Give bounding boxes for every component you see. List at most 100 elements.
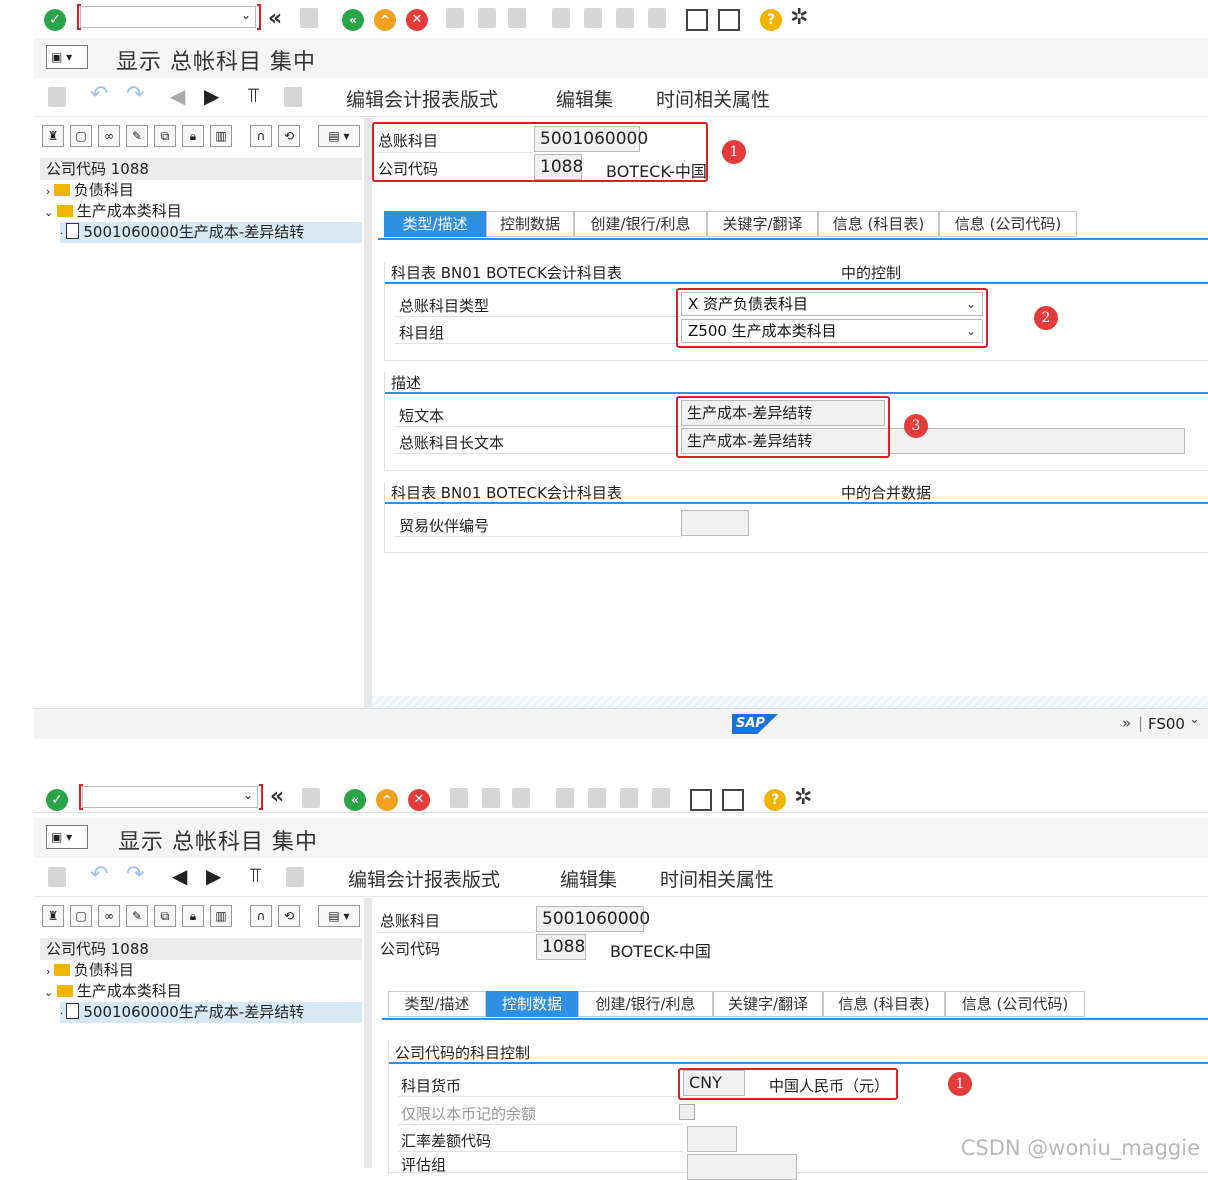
tree-item-liabilities[interactable]: › 负债科目 — [46, 960, 134, 981]
column-icon[interactable]: ⫪ — [250, 863, 261, 887]
watermark: CSDN @woniu_maggie — [960, 1136, 1200, 1160]
new-session-icon[interactable] — [686, 9, 708, 31]
back-green-icon[interactable]: « — [344, 789, 366, 811]
status-arrows[interactable]: » — [1122, 714, 1131, 732]
prev-page-icon — [584, 8, 602, 28]
company-code-field[interactable]: 1088 — [536, 934, 586, 960]
exit-icon[interactable]: ^ — [374, 9, 396, 31]
tab-keyword-translation[interactable]: 关键字/翻译 — [707, 211, 818, 237]
next-icon[interactable]: ▶ — [206, 864, 221, 888]
tab-create-bank-interest[interactable]: 创建/银行/利息 — [574, 211, 707, 237]
command-dropdown-icon[interactable]: ⌄ — [243, 788, 253, 802]
edit-set-button[interactable]: 编辑集 — [556, 85, 613, 112]
account-currency-label: 科目货币 — [401, 1077, 462, 1095]
help-icon[interactable]: ? — [764, 789, 786, 811]
command-field[interactable]: ⌄ — [79, 784, 263, 810]
back-green-icon[interactable]: « — [342, 9, 364, 31]
refresh-icon[interactable]: ⟲ — [278, 125, 300, 147]
time-dependent-button[interactable]: 时间相关属性 — [660, 865, 774, 892]
print-list-icon[interactable]: ▤ ▾ — [318, 125, 360, 147]
settings-icon[interactable]: ✲ — [794, 785, 812, 810]
edit-fs-version-button[interactable]: 编辑会计报表版式 — [346, 85, 498, 112]
next-icon[interactable]: ▶ — [204, 84, 219, 108]
copy-icon[interactable]: ⧉ — [154, 125, 176, 147]
display-icon[interactable]: ∞ — [98, 125, 120, 147]
tree-item-selected-account[interactable]: · 5001060000生产成本-差异结转 — [60, 222, 362, 243]
create-icon[interactable]: ▢ — [70, 125, 92, 147]
exchange-diff-field[interactable] — [687, 1126, 737, 1152]
tab-strip: 类型/描述 控制数据 创建/银行/利息 关键字/翻译 信息 (科目表) 信息 (… — [384, 211, 1204, 237]
back-icon[interactable]: « — [268, 6, 282, 31]
tab-type-description[interactable]: 类型/描述 — [384, 211, 486, 237]
binoculars-icon[interactable]: ♜ — [42, 125, 64, 147]
headset-icon[interactable]: ∩ — [250, 905, 272, 927]
prev-page-icon — [588, 788, 606, 808]
tree-item-production-cost[interactable]: ⌄ 生产成本类科目 — [44, 981, 182, 1002]
tree-item-production-cost[interactable]: ⌄ 生产成本类科目 — [44, 201, 182, 222]
change-icon[interactable]: ✎ — [126, 905, 148, 927]
expand-icon[interactable]: › — [46, 185, 54, 198]
tab-info-coa[interactable]: 信息 (科目表) — [823, 991, 945, 1017]
tab-info-company-code[interactable]: 信息 (公司代码) — [945, 991, 1085, 1017]
chevron-down-icon[interactable]: ⌄ — [1189, 712, 1200, 727]
splitter[interactable] — [364, 898, 372, 1168]
display-icon[interactable]: ∞ — [98, 905, 120, 927]
binoculars-icon[interactable]: ♜ — [42, 905, 64, 927]
lock-icon[interactable]: 🔒︎ — [182, 125, 204, 147]
expand-icon[interactable]: › — [46, 965, 54, 978]
tab-type-description[interactable]: 类型/描述 — [388, 991, 486, 1017]
headset-icon[interactable]: ∩ — [250, 125, 272, 147]
create-icon[interactable]: ▢ — [70, 905, 92, 927]
collapse-icon[interactable]: ⌄ — [44, 206, 57, 219]
tree-item-liabilities[interactable]: › 负债科目 — [46, 180, 134, 201]
refresh-icon[interactable]: ⟲ — [278, 905, 300, 927]
valuation-group-field[interactable] — [687, 1154, 797, 1180]
title-bar: ▣ ▾ 显示 总帐科目 集中 — [34, 38, 1208, 78]
menu-icon[interactable]: ▣ ▾ — [46, 825, 88, 849]
gl-account-field[interactable]: 5001060000 — [536, 906, 650, 932]
transaction-code[interactable]: FS00 — [1148, 715, 1185, 733]
enter-icon[interactable]: ✓ — [46, 789, 68, 811]
previous-icon[interactable]: ◀ — [172, 864, 187, 888]
splitter[interactable] — [364, 118, 372, 708]
enter-icon[interactable]: ✓ — [44, 9, 66, 31]
command-dropdown-icon[interactable]: ⌄ — [241, 8, 251, 22]
lock-icon[interactable]: 🔒︎ — [182, 905, 204, 927]
previous-icon[interactable]: ◀ — [170, 84, 185, 108]
column-icon[interactable]: ⫪ — [248, 83, 259, 107]
back-icon[interactable]: « — [270, 784, 284, 809]
cancel-icon[interactable]: ✕ — [406, 9, 428, 31]
help-icon[interactable]: ? — [760, 9, 782, 31]
tab-info-company-code[interactable]: 信息 (公司代码) — [939, 211, 1077, 237]
tab-keyword-translation[interactable]: 关键字/翻译 — [713, 991, 823, 1017]
exit-icon[interactable]: ^ — [376, 789, 398, 811]
tree-item-label: 5001060000生产成本-差异结转 — [83, 223, 305, 241]
edit-set-button[interactable]: 编辑集 — [560, 865, 617, 892]
edit-fs-version-button[interactable]: 编辑会计报表版式 — [348, 865, 500, 892]
delete-icon[interactable]: ▥ — [210, 125, 232, 147]
menu-icon[interactable]: ▣ ▾ — [46, 45, 88, 69]
local-currency-only-checkbox[interactable] — [679, 1104, 695, 1120]
new-session-icon[interactable] — [690, 789, 712, 811]
gl-account-label: 总账科目 — [380, 912, 441, 930]
settings-icon[interactable]: ✲ — [790, 5, 808, 30]
tab-info-coa[interactable]: 信息 (科目表) — [818, 211, 939, 237]
collapse-icon[interactable]: ⌄ — [44, 986, 57, 999]
change-icon[interactable]: ✎ — [126, 125, 148, 147]
tree-item-label: 生产成本类科目 — [76, 202, 182, 220]
tab-control-data[interactable]: 控制数据 — [486, 991, 578, 1017]
tree-item-selected-account[interactable]: · 5001060000生产成本-差异结转 — [60, 1002, 362, 1023]
cancel-icon[interactable]: ✕ — [408, 789, 430, 811]
shortcut-icon[interactable] — [722, 789, 744, 811]
tab-control-data[interactable]: 控制数据 — [486, 211, 574, 237]
time-dependent-button[interactable]: 时间相关属性 — [656, 85, 770, 112]
badge-1: 1 — [948, 1072, 972, 1096]
command-field[interactable]: ⌄ — [77, 4, 261, 30]
print-icon — [446, 8, 464, 28]
copy-icon[interactable]: ⧉ — [154, 905, 176, 927]
shortcut-icon[interactable] — [718, 9, 740, 31]
trading-partner-field[interactable] — [681, 510, 749, 536]
delete-icon[interactable]: ▥ — [210, 905, 232, 927]
print-list-icon[interactable]: ▤ ▾ — [318, 905, 360, 927]
tab-create-bank-interest[interactable]: 创建/银行/利息 — [578, 991, 713, 1017]
